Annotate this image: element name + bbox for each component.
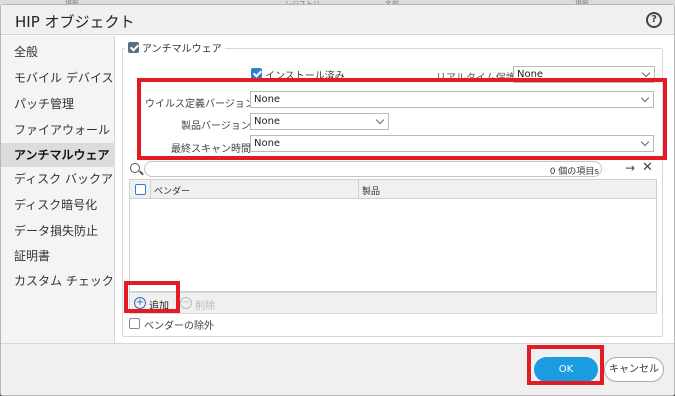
help-icon[interactable]: ? — [646, 12, 662, 28]
close-icon[interactable]: ✕ — [642, 160, 653, 175]
vendor-table: ベンダー 製品 — [129, 179, 657, 292]
column-vendor[interactable]: ベンダー — [154, 184, 190, 197]
sidebar-item-data-loss-prevention[interactable]: データ損失防止 — [1, 219, 115, 243]
sidebar-item-patch-management[interactable]: パッチ管理 — [1, 92, 115, 116]
dialog-titlebar: HIP オブジェクト ? — [1, 5, 674, 35]
chevron-down-icon — [641, 68, 651, 78]
sidebar-item-general[interactable]: 全般 — [1, 40, 115, 64]
cancel-button[interactable]: キャンセル — [604, 357, 664, 382]
exclude-vendor-checkbox[interactable] — [129, 318, 140, 329]
search-icon[interactable] — [130, 163, 140, 173]
sidebar-item-disk-encryption[interactable]: ディスク暗号化 — [1, 193, 115, 217]
highlight-box-version-fields — [137, 78, 667, 160]
vendor-search-input[interactable]: 0 個の項目s — [144, 161, 602, 177]
sidebar: 全般 モバイル デバイス パッチ管理 ファイアウォール アンチマルウェア ディス… — [1, 36, 115, 343]
sidebar-item-mobile-device[interactable]: モバイル デバイス — [1, 66, 115, 90]
table-header: ベンダー 製品 — [130, 180, 656, 199]
highlight-box-ok-button — [527, 345, 604, 385]
select-all-checkbox[interactable] — [135, 184, 146, 195]
column-product[interactable]: 製品 — [362, 184, 380, 197]
table-toolbar: + 追加 − 削除 — [129, 292, 657, 314]
vendor-search-row: 0 個の項目s → ✕ — [128, 160, 658, 179]
exclude-vendor-label: ベンダーの除外 — [144, 321, 214, 332]
dialog-title: HIP オブジェクト — [15, 13, 135, 31]
delete-button[interactable]: − 削除 — [176, 293, 220, 313]
hip-object-dialog: HIP オブジェクト ? 全般 モバイル デバイス パッチ管理 ファイアウォール… — [0, 4, 675, 396]
arrow-right-icon[interactable]: → — [625, 161, 635, 175]
sidebar-item-certificate[interactable]: 証明書 — [1, 244, 115, 268]
column-divider — [358, 180, 359, 199]
sidebar-item-custom-check[interactable]: カスタム チェック — [1, 269, 115, 293]
remove-icon: − — [180, 297, 192, 309]
sidebar-item-antimalware[interactable]: アンチマルウェア — [1, 143, 115, 167]
delete-label: 削除 — [195, 301, 215, 312]
sidebar-item-disk-backup[interactable]: ディスク バックアップ — [1, 167, 115, 191]
antimalware-section-header: アンチマルウェア — [125, 40, 225, 55]
highlight-box-add-button — [124, 281, 180, 313]
antimalware-section-label: アンチマルウェア — [142, 44, 222, 55]
item-count: 0 個の項目s — [549, 167, 599, 177]
antimalware-section-checkbox[interactable] — [128, 42, 139, 53]
sidebar-item-firewall[interactable]: ファイアウォール — [1, 118, 115, 142]
column-divider — [150, 180, 151, 199]
